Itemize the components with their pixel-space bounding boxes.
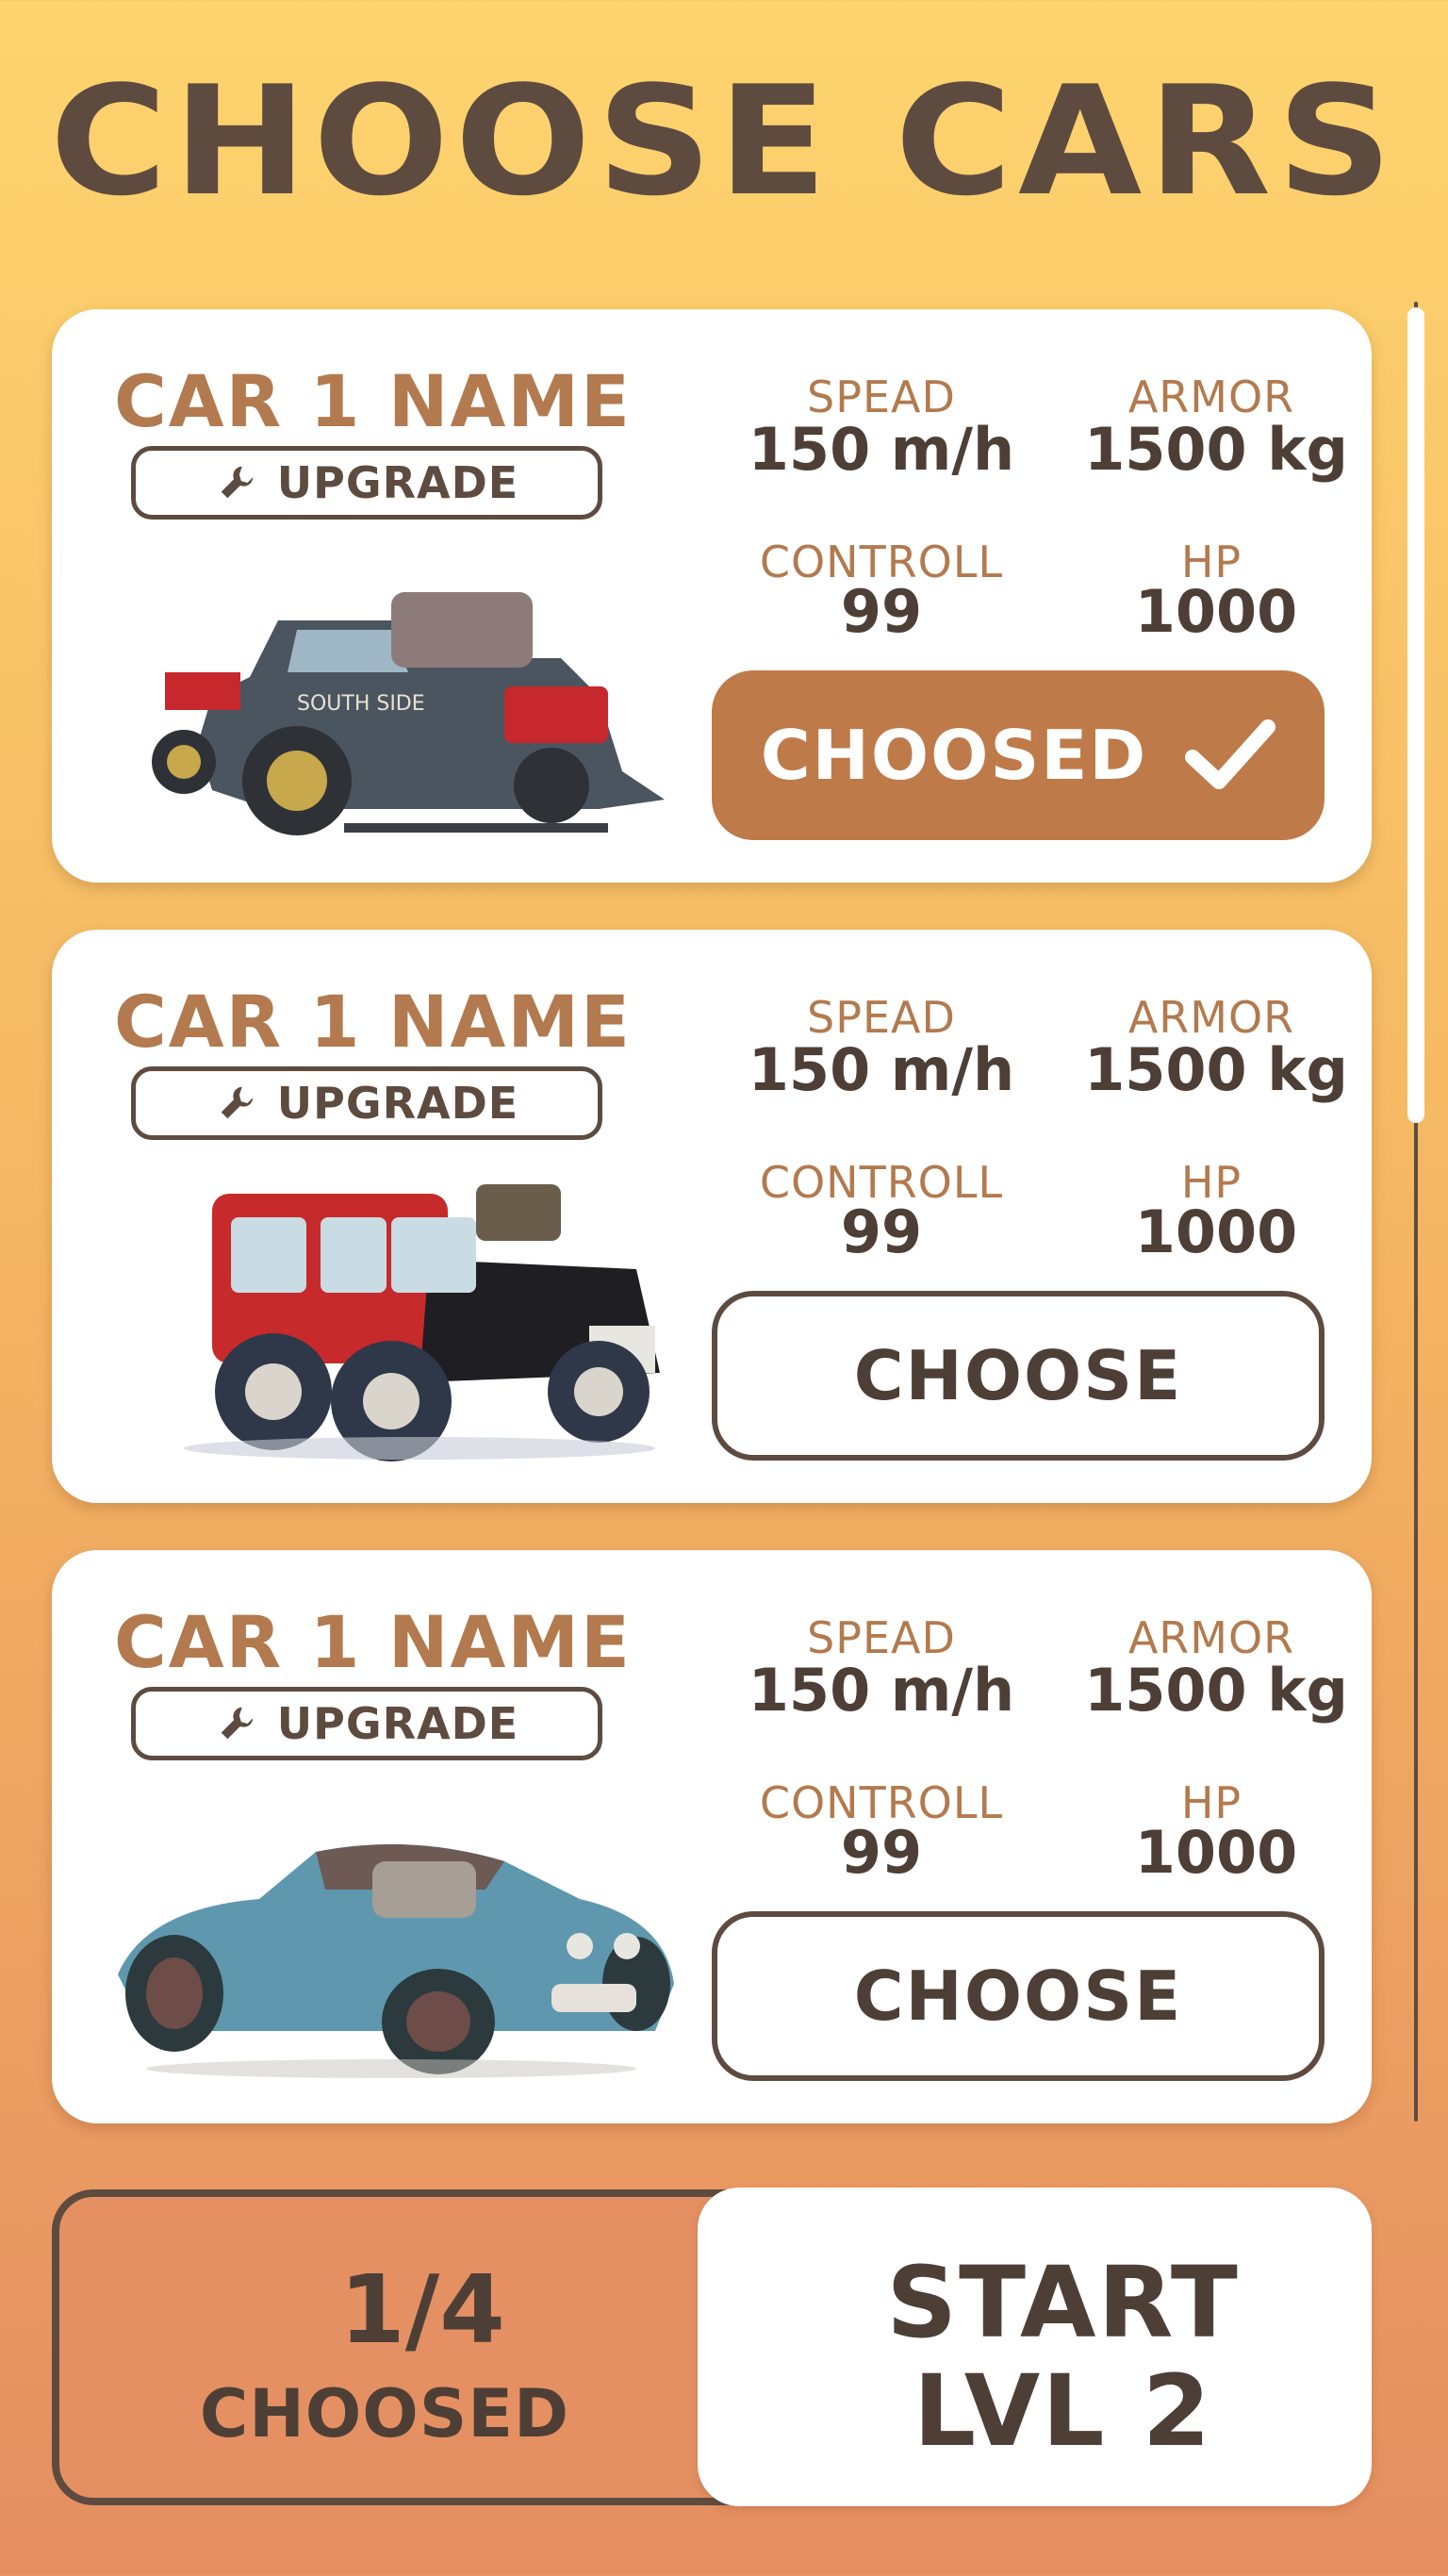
chosen-count: 1/4 — [339, 2254, 505, 2365]
upgrade-label: UPGRADE — [276, 457, 519, 508]
car-name: CAR 1 NAME — [114, 980, 632, 1064]
speed-value: 150 m/h — [748, 1656, 1015, 1725]
checkmark-icon — [1185, 719, 1276, 789]
speed-label: SPEAD — [807, 1612, 956, 1663]
upgrade-button[interactable]: UPGRADE — [131, 1687, 602, 1760]
upgrade-label: UPGRADE — [276, 1078, 519, 1129]
upgrade-button[interactable]: UPGRADE — [131, 446, 602, 520]
choose-button[interactable]: CHOOSE — [712, 1911, 1325, 2081]
speed-label: SPEAD — [807, 372, 956, 422]
speed-value: 150 m/h — [748, 1035, 1015, 1104]
armor-value: 1500 kg — [1084, 1035, 1348, 1104]
armor-label: ARMOR — [1127, 992, 1295, 1043]
wrench-icon — [221, 1707, 254, 1740]
svg-text:SOUTH SIDE: SOUTH SIDE — [297, 692, 425, 716]
hp-value: 1000 — [1134, 1197, 1298, 1266]
chosen-label: CHOOSED — [199, 2375, 570, 2452]
armor-value: 1500 kg — [1084, 415, 1348, 484]
scrollbar-thumb[interactable] — [1407, 307, 1424, 1123]
upgrade-button[interactable]: UPGRADE — [131, 1066, 602, 1140]
red-suv-car-icon — [184, 1184, 660, 1461]
control-value: 99 — [840, 1818, 923, 1887]
tow-truck-car-icon: SOUTH SIDE — [152, 592, 665, 835]
hp-value: 1000 — [1134, 1818, 1298, 1887]
choose-button-label: CHOOSE — [853, 1957, 1183, 2036]
speed-label: SPEAD — [807, 992, 956, 1043]
speed-value: 150 m/h — [748, 415, 1015, 484]
car-card-3: CAR 1 NAME UPGRADE SPEAD 150 m/h ARMOR 1… — [52, 1550, 1372, 2123]
blue-hotrod-car-icon — [118, 1844, 674, 2078]
armor-label: ARMOR — [1127, 372, 1295, 422]
upgrade-label: UPGRADE — [276, 1698, 519, 1749]
choose-button[interactable]: CHOOSE — [712, 1291, 1325, 1461]
armor-value: 1500 kg — [1084, 1656, 1348, 1725]
control-value: 99 — [840, 577, 923, 646]
car-name: CAR 1 NAME — [114, 359, 632, 443]
control-value: 99 — [840, 1197, 923, 1266]
car-card-1: CAR 1 NAME UPGRADE SOUTH SIDE SPEAD 150 … — [52, 309, 1372, 883]
choosed-button[interactable]: CHOOSED — [712, 670, 1325, 840]
start-level-button[interactable]: START LVL 2 — [698, 2188, 1372, 2506]
chosen-counter: 1/4 CHOOSED — [52, 2189, 787, 2505]
hp-value: 1000 — [1134, 577, 1298, 646]
wrench-icon — [221, 466, 254, 499]
armor-label: ARMOR — [1127, 1612, 1295, 1663]
level-label: LVL 2 — [913, 2353, 1213, 2469]
page-title: CHOOSE CARS — [49, 53, 1399, 229]
choose-button-label: CHOOSED — [760, 716, 1148, 795]
choose-button-label: CHOOSE — [853, 1336, 1183, 1415]
car-name: CAR 1 NAME — [114, 1600, 632, 1684]
car-card-2: CAR 1 NAME UPGRADE SPEAD 150 m/h ARMOR 1… — [52, 930, 1372, 1503]
start-label: START — [886, 2245, 1240, 2360]
wrench-icon — [221, 1086, 254, 1119]
